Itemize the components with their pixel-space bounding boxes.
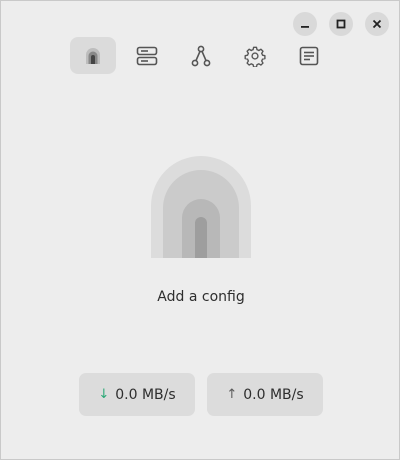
close-icon [372,19,382,29]
routing-icon [191,45,211,66]
tab-home[interactable] [70,37,116,74]
tab-servers[interactable] [124,37,170,74]
home-arch-icon [86,47,100,64]
maximize-icon [336,19,346,29]
logs-icon [299,46,319,65]
empty-state-arch-icon [151,156,251,258]
minimize-button[interactable] [293,12,317,36]
download-speed-value: 0.0 MB/s [115,386,176,403]
window-controls [293,12,389,36]
download-arrow-icon: ↓ [98,387,110,402]
download-speed-badge[interactable]: ↓ 0.0 MB/s [79,373,195,416]
nav-tabs [70,37,340,74]
tab-logs[interactable] [286,37,332,74]
upload-arrow-icon: ↑ [226,387,238,402]
minimize-icon [301,26,309,28]
upload-speed-value: 0.0 MB/s [243,386,304,403]
tab-routing[interactable] [178,37,224,74]
speed-indicators: ↓ 0.0 MB/s ↑ 0.0 MB/s [79,373,323,416]
empty-state-label: Add a config [157,289,245,305]
upload-speed-badge[interactable]: ↑ 0.0 MB/s [207,373,323,416]
close-button[interactable] [365,12,389,36]
gear-icon [244,46,266,67]
app-window: Add a config ↓ 0.0 MB/s ↑ 0.0 MB/s [0,0,400,460]
tab-settings[interactable] [232,37,278,74]
servers-icon [136,46,158,65]
maximize-button[interactable] [329,12,353,36]
